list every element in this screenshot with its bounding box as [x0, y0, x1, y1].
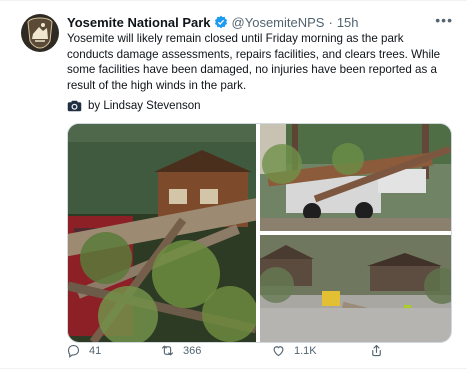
like-count: 1.1K — [294, 344, 317, 357]
nps-arrowhead-icon — [27, 17, 53, 49]
photo-credit: by Lindsay Stevenson — [67, 100, 201, 112]
photo-crushed-trucks[interactable] — [260, 124, 451, 231]
more-icon[interactable]: ••• — [435, 12, 453, 28]
avatar[interactable] — [21, 14, 59, 52]
photo-credit-label: by Lindsay Stevenson — [88, 100, 201, 112]
photo-log-removal[interactable] — [260, 235, 451, 342]
author-handle[interactable]: @YosemiteNPS — [232, 15, 325, 30]
top-divider — [0, 0, 467, 1]
heart-icon — [273, 346, 284, 357]
retweet-icon — [161, 345, 174, 356]
like-button[interactable]: 1.1K — [271, 343, 317, 358]
reply-icon — [67, 344, 80, 358]
timestamp[interactable]: 15h — [337, 15, 359, 30]
reply-button[interactable]: 41 — [66, 343, 101, 358]
separator-dot: · — [328, 14, 333, 30]
verified-badge-icon — [214, 15, 227, 29]
tweet-card[interactable]: Yosemite National Park @YosemiteNPS · 15… — [0, 0, 467, 378]
tweet-actions: 41 366 1.1K — [66, 343, 386, 363]
media-gallery[interactable] — [67, 123, 452, 343]
reply-count: 41 — [89, 344, 102, 357]
camera-icon — [67, 100, 82, 112]
retweet-button[interactable]: 366 — [160, 343, 201, 358]
tweet-text: Yosemite will likely remain closed until… — [67, 32, 441, 92]
retweet-count: 366 — [183, 344, 202, 357]
bottom-divider — [0, 368, 467, 369]
photo-fallen-trees-cabin[interactable] — [68, 124, 256, 342]
tweet-header: Yosemite National Park @YosemiteNPS · 15… — [67, 12, 453, 32]
share-icon — [372, 344, 381, 357]
share-button[interactable] — [369, 343, 392, 358]
author-name[interactable]: Yosemite National Park — [67, 15, 211, 30]
